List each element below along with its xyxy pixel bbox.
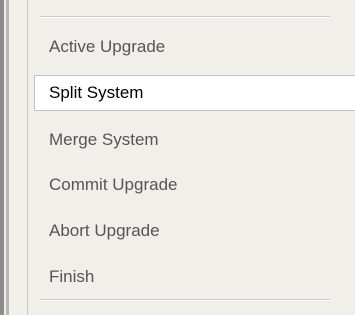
step-label: Split System <box>49 83 144 102</box>
step-label: Active Upgrade <box>49 37 166 56</box>
step-label: Finish <box>49 267 95 286</box>
step-merge-system[interactable]: Merge System <box>34 122 355 158</box>
step-finish[interactable]: Finish <box>34 259 355 295</box>
step-commit-upgrade[interactable]: Commit Upgrade <box>34 167 355 203</box>
wizard-steps-panel: Active Upgrade Split System Merge System… <box>28 0 355 315</box>
bottom-divider <box>40 299 330 301</box>
left-rail <box>0 0 28 315</box>
top-divider <box>40 16 330 18</box>
step-split-system[interactable]: Split System <box>34 75 355 111</box>
rail-line-outer <box>0 0 4 315</box>
rail-line-inner <box>6 0 9 315</box>
step-label: Commit Upgrade <box>49 175 178 194</box>
step-label: Merge System <box>49 130 159 149</box>
step-active-upgrade[interactable]: Active Upgrade <box>34 29 355 65</box>
step-abort-upgrade[interactable]: Abort Upgrade <box>34 213 355 249</box>
step-label: Abort Upgrade <box>49 221 160 240</box>
